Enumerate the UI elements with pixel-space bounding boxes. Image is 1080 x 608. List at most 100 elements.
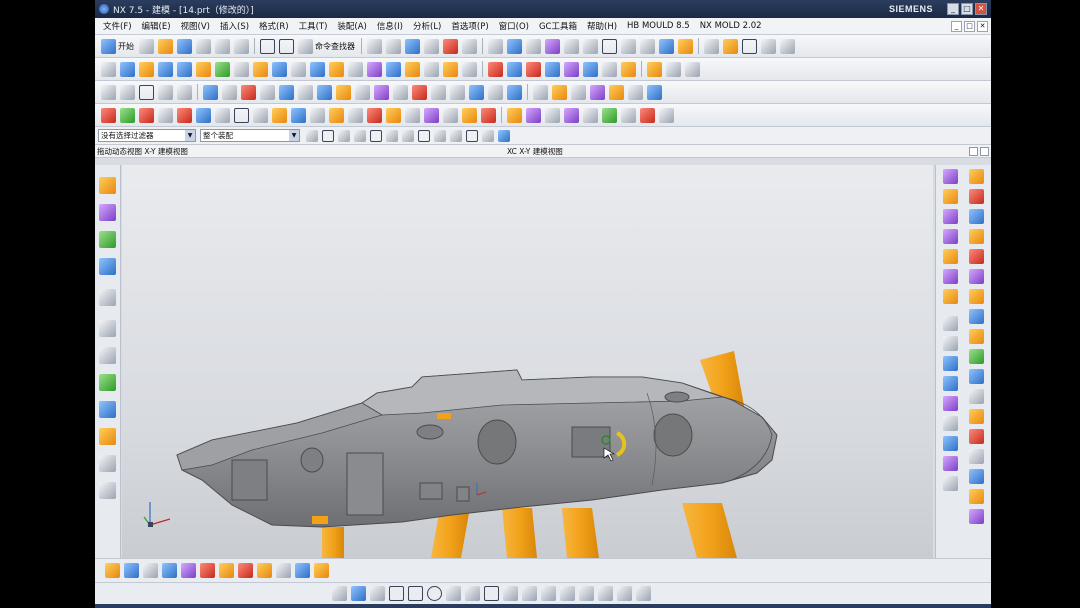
ejector-pin[interactable] bbox=[322, 527, 344, 558]
trim-body-icon[interactable] bbox=[424, 61, 439, 77]
snap-existing-point-icon[interactable] bbox=[434, 129, 446, 142]
extension-icon[interactable] bbox=[222, 84, 237, 100]
subtract-icon[interactable] bbox=[386, 61, 401, 77]
mold-base-icon[interactable] bbox=[968, 169, 984, 184]
sub-insert-icon[interactable] bbox=[968, 229, 984, 244]
x-form-icon[interactable] bbox=[393, 84, 408, 100]
stack-icon-5[interactable] bbox=[942, 396, 958, 411]
region-analysis-icon[interactable] bbox=[564, 107, 579, 123]
csys-constructor-icon[interactable] bbox=[295, 563, 310, 578]
maximize-button[interactable]: □ bbox=[961, 3, 973, 15]
section-view-icon[interactable] bbox=[533, 84, 548, 100]
move-face-icon[interactable] bbox=[602, 61, 617, 77]
fillet-curve-icon[interactable] bbox=[761, 38, 776, 54]
electrode-icon[interactable] bbox=[443, 107, 458, 123]
slider-icon[interactable] bbox=[968, 249, 984, 264]
offset-face-icon[interactable] bbox=[678, 38, 693, 54]
sketch-extend-icon[interactable] bbox=[560, 586, 575, 601]
runner-icon[interactable] bbox=[968, 289, 984, 304]
check-geometry-icon[interactable] bbox=[628, 84, 643, 100]
menu-nx-mold[interactable]: NX MOLD 2.02 bbox=[695, 21, 767, 31]
menu-analysis[interactable]: 分析(L) bbox=[408, 20, 446, 32]
face-rule-icon[interactable] bbox=[238, 563, 253, 578]
split-body-icon[interactable] bbox=[443, 61, 458, 77]
point-icon[interactable] bbox=[564, 38, 579, 54]
wcs-icon[interactable] bbox=[507, 38, 522, 54]
unused-wizard-icon[interactable] bbox=[968, 469, 984, 484]
mold-init-icon[interactable] bbox=[942, 169, 958, 184]
mold-validation-icon[interactable] bbox=[583, 107, 598, 123]
design-insert-icon[interactable] bbox=[348, 107, 363, 123]
stack-icon-4[interactable] bbox=[942, 376, 958, 391]
show-icon[interactable] bbox=[450, 84, 465, 100]
stack-icon-9[interactable] bbox=[942, 476, 958, 491]
snap-settings-icon[interactable] bbox=[276, 563, 291, 578]
snap-bounded-grid-icon[interactable] bbox=[482, 129, 494, 142]
mirror-feature-icon[interactable] bbox=[666, 61, 681, 77]
fit-view-icon[interactable] bbox=[367, 38, 382, 54]
extend-face-icon[interactable] bbox=[215, 107, 230, 123]
draft-icon[interactable] bbox=[526, 61, 541, 77]
hide-icon[interactable] bbox=[431, 84, 446, 100]
ejector-pin[interactable] bbox=[431, 513, 469, 558]
sketch-plane-icon[interactable] bbox=[101, 61, 116, 77]
pad-icon[interactable] bbox=[272, 61, 287, 77]
cooling-pattern-icon[interactable] bbox=[640, 107, 655, 123]
draft-analysis-icon[interactable] bbox=[590, 84, 605, 100]
zoom-icon[interactable] bbox=[386, 38, 401, 54]
arc-icon[interactable] bbox=[621, 38, 636, 54]
command-finder-icon[interactable] bbox=[298, 38, 313, 54]
point-constructor-icon[interactable] bbox=[162, 563, 177, 578]
divide-face-icon[interactable] bbox=[253, 107, 268, 123]
line-icon[interactable] bbox=[602, 38, 617, 54]
shaded-with-edges-icon[interactable] bbox=[443, 38, 458, 54]
hole-icon[interactable] bbox=[215, 61, 230, 77]
snap-point-on-face-icon[interactable] bbox=[466, 129, 478, 142]
view-manager-icon[interactable] bbox=[462, 107, 477, 123]
snap-control-point-icon[interactable] bbox=[370, 129, 382, 142]
cavity-layout-icon[interactable] bbox=[942, 249, 958, 264]
offset-region-icon[interactable] bbox=[564, 61, 579, 77]
global-shaping-icon[interactable] bbox=[374, 84, 389, 100]
workpiece-icon[interactable] bbox=[942, 229, 958, 244]
close-pane-icon[interactable] bbox=[980, 146, 989, 156]
mold-csys-icon[interactable] bbox=[942, 189, 958, 204]
copy-icon[interactable] bbox=[215, 38, 230, 54]
sketch-circle-icon[interactable] bbox=[427, 586, 442, 601]
mold-wizard-icon[interactable] bbox=[99, 428, 116, 445]
open-file-icon[interactable] bbox=[158, 38, 173, 54]
casting-wizard-icon[interactable] bbox=[968, 429, 984, 444]
stack-icon-1[interactable] bbox=[942, 316, 958, 331]
mold-help-icon[interactable] bbox=[659, 107, 674, 123]
ejector-pin-icon[interactable] bbox=[968, 209, 984, 224]
snap-point-on-curve-icon[interactable] bbox=[450, 129, 462, 142]
sketch-rectangle-icon[interactable] bbox=[484, 586, 499, 601]
trim-mold-components-icon[interactable] bbox=[329, 107, 344, 123]
delete-files-icon[interactable] bbox=[481, 107, 496, 123]
type-filter-dropdown[interactable]: 没有选择过滤器 ▼ bbox=[98, 129, 196, 142]
split-solid-icon[interactable] bbox=[139, 107, 154, 123]
wireframe-icon[interactable] bbox=[462, 38, 477, 54]
chamfer-icon[interactable] bbox=[507, 61, 522, 77]
doc-minimize-button[interactable]: _ bbox=[951, 20, 962, 32]
help-icon[interactable] bbox=[99, 455, 116, 472]
close-button[interactable]: ✕ bbox=[975, 3, 987, 15]
wcs-dynamic-icon[interactable] bbox=[291, 107, 306, 123]
ruled-surface-icon[interactable] bbox=[120, 84, 135, 100]
patch-icon[interactable] bbox=[317, 84, 332, 100]
enlarge-icon[interactable] bbox=[336, 84, 351, 100]
profile-icon[interactable] bbox=[370, 586, 385, 601]
menu-information[interactable]: 信息(I) bbox=[372, 20, 408, 32]
layer-settings-icon[interactable] bbox=[488, 38, 503, 54]
gate-icon[interactable] bbox=[968, 269, 984, 284]
save-icon[interactable] bbox=[177, 38, 192, 54]
transform-icon[interactable] bbox=[488, 84, 503, 100]
box-solid-icon[interactable] bbox=[120, 107, 135, 123]
block-icon[interactable] bbox=[158, 61, 173, 77]
edit-object-display-icon[interactable] bbox=[469, 84, 484, 100]
part-navigator-icon[interactable] bbox=[99, 177, 116, 194]
assembly-navigator-icon[interactable] bbox=[99, 204, 116, 221]
select-all-icon[interactable] bbox=[322, 129, 334, 142]
ejector-pin[interactable] bbox=[502, 508, 537, 558]
cylinder-icon[interactable] bbox=[177, 61, 192, 77]
